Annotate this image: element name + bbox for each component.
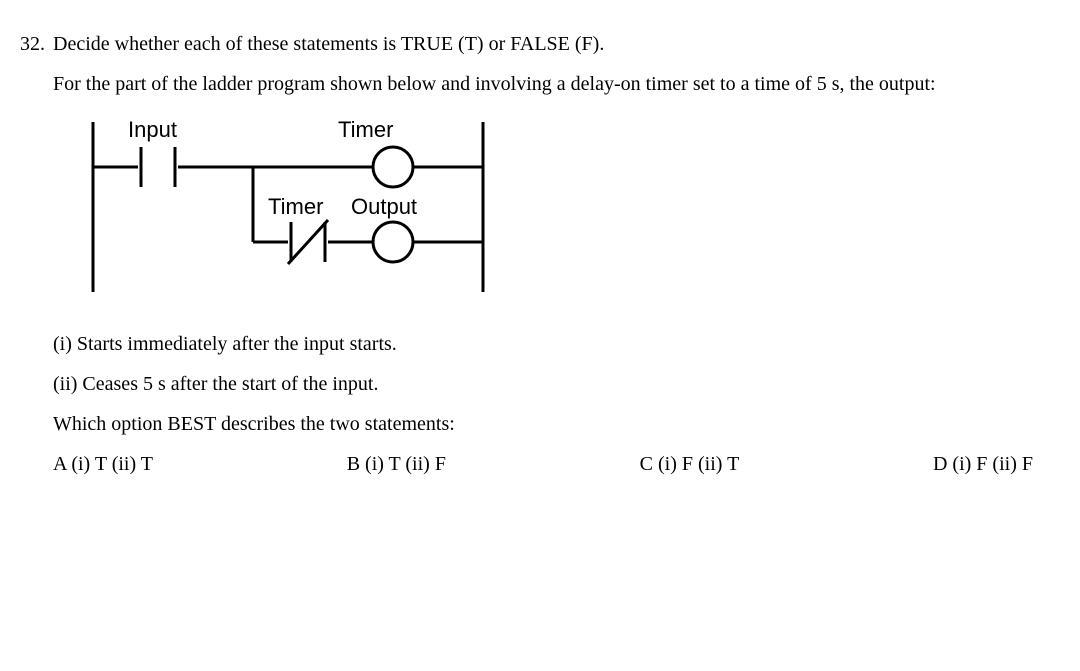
timer-contact-label-text: Timer [268,194,323,219]
option-c: C (i) F (ii) T [640,450,740,478]
ladder-diagram: Input Timer [83,112,1060,310]
option-b: B (i) T (ii) F [347,450,446,478]
output-label-text: Output [351,194,417,219]
timer-coil-label-text: Timer [338,117,393,142]
statement-i: (i) Starts immediately after the input s… [53,330,1060,358]
answer-options: A (i) T (ii) T B (i) T (ii) F C (i) F (i… [53,450,1033,478]
input-label-text: Input [128,117,177,142]
question-context: For the part of the ladder program shown… [53,70,1060,98]
statement-ii: (ii) Ceases 5 s after the start of the i… [53,370,1060,398]
question-body: Decide whether each of these statements … [53,30,1060,478]
question-block: 32. Decide whether each of these stateme… [20,30,1060,478]
option-a: A (i) T (ii) T [53,450,153,478]
question-number: 32. [20,30,45,478]
which-prompt: Which option BEST describes the two stat… [53,410,1060,438]
option-d: D (i) F (ii) F [933,450,1033,478]
question-prompt: Decide whether each of these statements … [53,30,1060,58]
ladder-svg: Input Timer [83,112,503,302]
